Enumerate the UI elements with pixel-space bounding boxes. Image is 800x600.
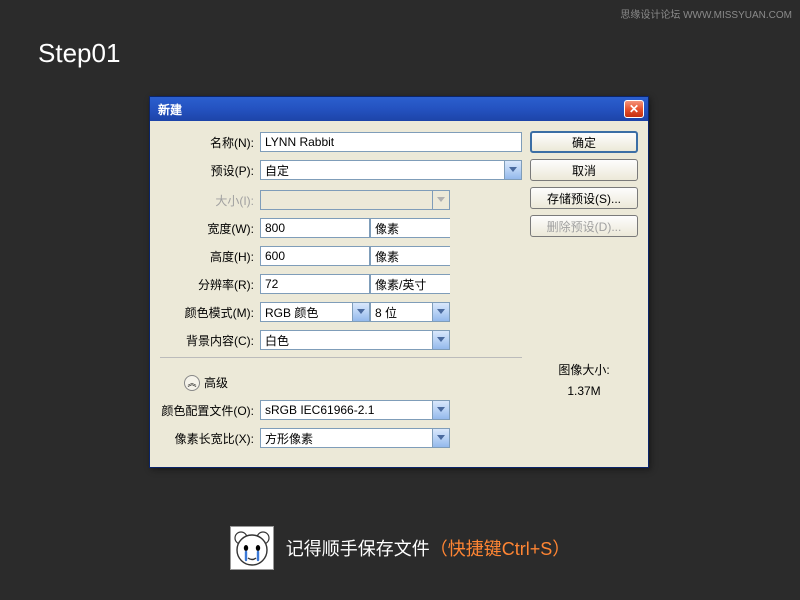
image-size-value: 1.37M [530,384,638,398]
watermark-text: 思缘设计论坛 [620,10,680,21]
delete-preset-button: 删除预设(D)... [530,215,638,237]
height-unit-dropdown[interactable]: 像素 [370,246,450,266]
close-button[interactable]: ✕ [624,100,644,118]
size-input [260,190,432,210]
footer: 记得顺手保存文件（快捷键Ctrl+S） [0,526,800,570]
pixel-aspect-value: 方形像素 [260,428,432,448]
color-profile-label: 颜色配置文件(O): [160,402,260,419]
color-mode-label: 颜色模式(M): [180,304,260,321]
resolution-unit-dropdown[interactable]: 像素/英寸 [370,274,450,294]
bg-content-dropdown[interactable]: 白色 [260,330,450,350]
color-profile-dropdown[interactable]: sRGB IEC61966-2.1 [260,400,450,420]
color-profile-value: sRGB IEC61966-2.1 [260,400,432,420]
advanced-toggle[interactable]: ︽ 高级 [184,374,228,391]
divider [160,357,522,358]
titlebar[interactable]: 新建 ✕ [150,97,648,121]
cancel-button[interactable]: 取消 [530,159,638,181]
resolution-label: 分辨率(R): [180,276,260,293]
close-icon: ✕ [629,102,639,116]
bear-emoji-icon [230,526,274,570]
chevron-down-icon [504,160,522,180]
advanced-label: 高级 [204,374,228,391]
image-size-label: 图像大小: [530,361,638,378]
preset-value: 自定 [260,160,504,180]
new-document-dialog: 新建 ✕ 名称(N): LYNN Rabbit 预设(P): 自定 大小(I): [149,96,649,468]
ok-button[interactable]: 确定 [530,131,638,153]
chevron-down-icon [432,302,450,322]
chevron-down-icon [432,330,450,350]
pixel-aspect-dropdown[interactable]: 方形像素 [260,428,450,448]
height-input[interactable]: 600 [260,246,370,266]
resolution-unit-value: 像素/英寸 [370,274,450,294]
chevron-down-icon [432,400,450,420]
pixel-aspect-label: 像素长宽比(X): [160,430,260,447]
chevron-down-icon [432,428,450,448]
watermark-url: WWW.MISSYUAN.COM [683,10,792,21]
height-unit-value: 像素 [370,246,450,266]
width-unit-value: 像素 [370,218,450,238]
size-label: 大小(I): [180,192,260,209]
chevron-down-icon [432,190,450,210]
watermark: 思缘设计论坛 WWW.MISSYUAN.COM [620,6,792,21]
bg-content-label: 背景内容(C): [180,332,260,349]
color-mode-dropdown[interactable]: RGB 颜色 [260,302,370,322]
step-label: Step01 [38,38,120,69]
color-bits-value: 8 位 [370,302,432,322]
width-unit-dropdown[interactable]: 像素 [370,218,450,238]
name-label: 名称(N): [160,134,260,151]
resolution-input[interactable]: 72 [260,274,370,294]
name-input[interactable]: LYNN Rabbit [260,132,522,152]
bg-content-value: 白色 [260,330,432,350]
height-label: 高度(H): [180,248,260,265]
width-input[interactable]: 800 [260,218,370,238]
preset-dropdown[interactable]: 自定 [260,160,522,180]
dialog-title: 新建 [158,101,182,118]
chevron-down-icon [352,302,370,322]
color-mode-value: RGB 颜色 [260,302,352,322]
preset-label: 预设(P): [160,162,260,179]
chevron-up-icon: ︽ [184,375,200,391]
width-label: 宽度(W): [180,220,260,237]
footer-text-white: 记得顺手保存文件 [286,539,430,559]
footer-text-orange: （快捷键Ctrl+S） [430,539,571,559]
color-bits-dropdown[interactable]: 8 位 [370,302,450,322]
footer-text: 记得顺手保存文件（快捷键Ctrl+S） [286,535,571,561]
save-preset-button[interactable]: 存储预设(S)... [530,187,638,209]
